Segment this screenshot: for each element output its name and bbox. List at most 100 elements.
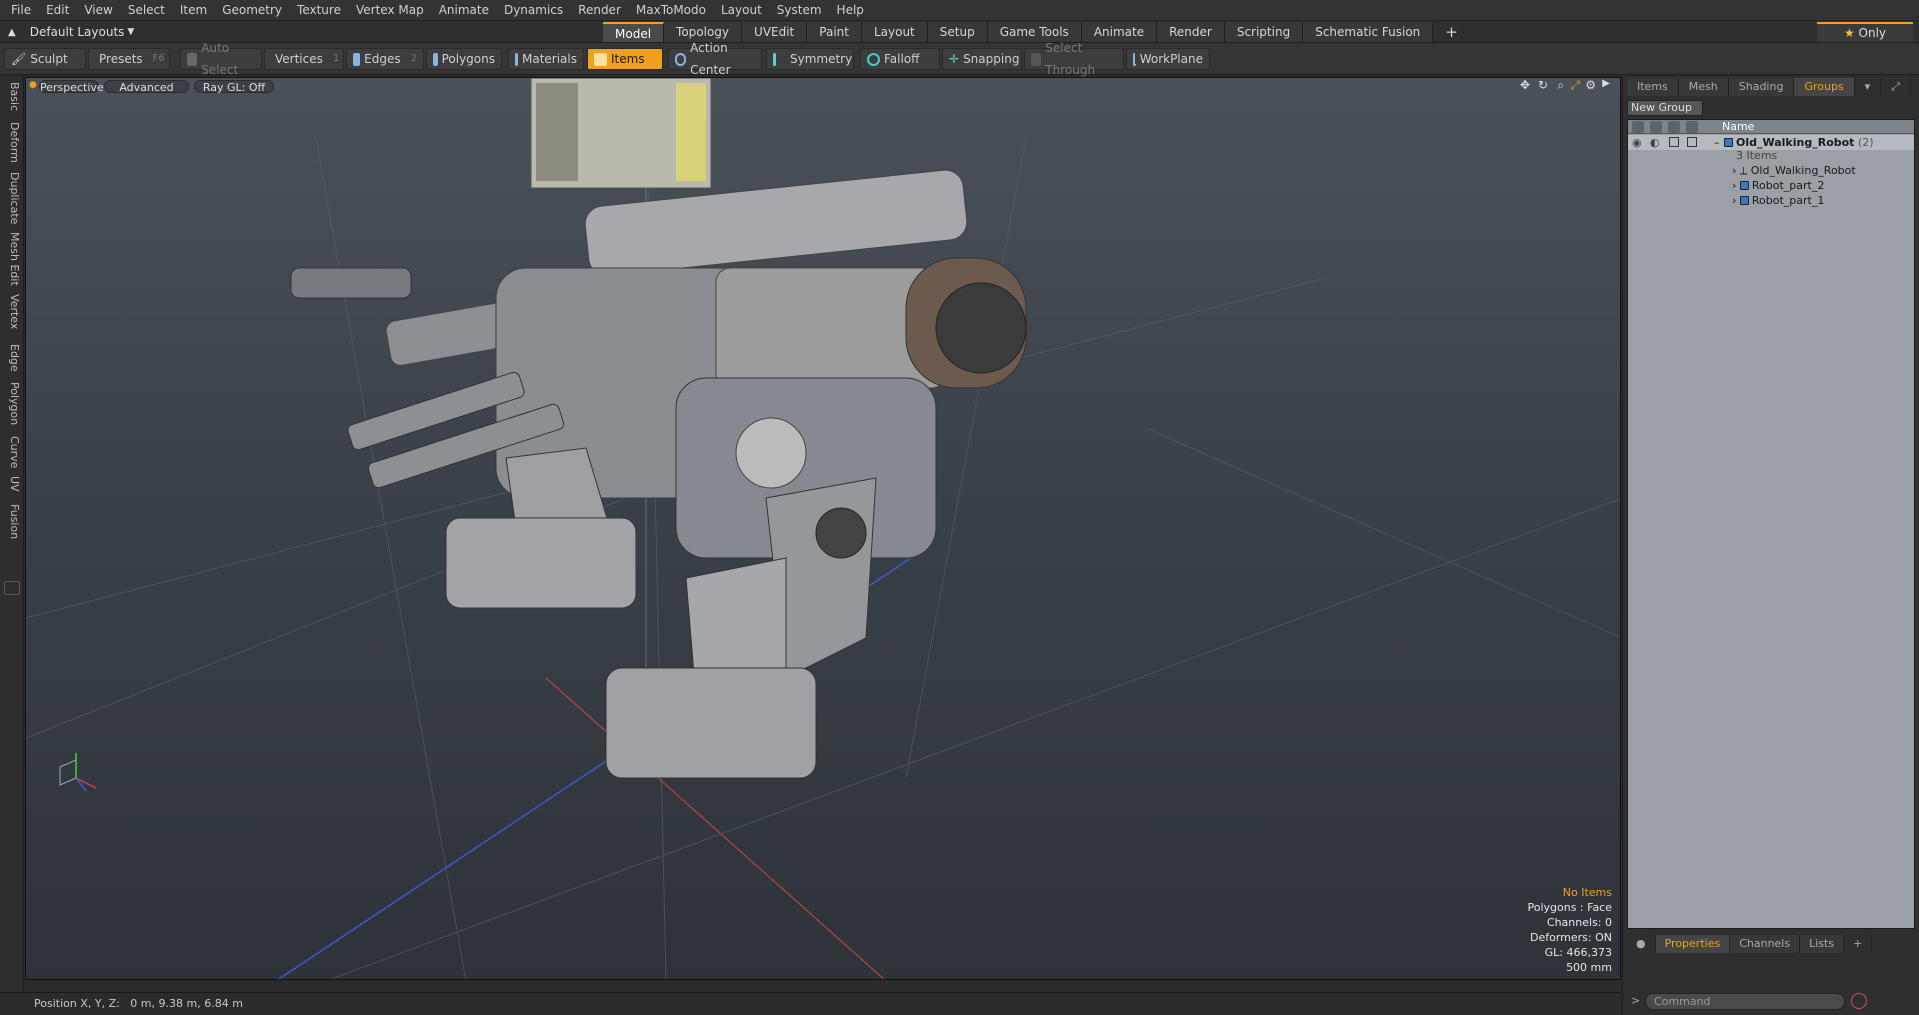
menu-vertex-map[interactable]: Vertex Map [351, 0, 434, 21]
shading-mode-dropdown[interactable]: Advanced [104, 80, 189, 94]
tab-polygon[interactable]: Polygon [3, 382, 21, 425]
polygons-label: Polygons [441, 52, 495, 66]
items-button[interactable]: Items [587, 48, 663, 70]
tree-row-item[interactable]: › Robot_part_2 [1628, 178, 1914, 193]
menu-texture[interactable]: Texture [292, 0, 351, 21]
vertices-hotkey: 1 [332, 53, 340, 64]
menu-help[interactable]: Help [832, 0, 874, 21]
menu-animate[interactable]: Animate [434, 0, 499, 21]
item-name: Robot_part_2 [1751, 179, 1825, 192]
panel-settings-icon[interactable]: ⚙ [1911, 78, 1919, 96]
auto-select-button[interactable]: Auto Select [180, 41, 262, 77]
snapping-button[interactable]: ✛ Snapping [942, 48, 1022, 70]
tab-schematic-fusion[interactable]: Schematic Fusion [1303, 22, 1434, 42]
add-tab-button[interactable]: + [1844, 935, 1873, 953]
menu-maxtomodo[interactable]: MaxToModo [631, 0, 716, 21]
select-column-icon[interactable] [1686, 121, 1698, 133]
edges-label: Edges [364, 52, 401, 66]
tab-model[interactable]: Model [603, 22, 665, 42]
lock-column-icon[interactable] [1668, 121, 1680, 133]
menu-edit[interactable]: Edit [41, 0, 79, 21]
falloff-button[interactable]: Falloff [860, 48, 940, 70]
menu-file[interactable]: File [6, 0, 41, 21]
properties-menu-icon[interactable]: ● [1627, 935, 1656, 953]
panel-tab-groups[interactable]: Groups [1794, 78, 1855, 96]
polygons-button[interactable]: Polygons [426, 48, 502, 70]
tab-basic[interactable]: Basic [3, 82, 21, 111]
tab-vertex[interactable]: Vertex [3, 294, 21, 329]
new-group-button[interactable]: New Group [1627, 100, 1703, 116]
viewport-menu-icon[interactable]: ● [29, 80, 37, 90]
lock-checkbox[interactable] [1669, 137, 1679, 147]
materials-button[interactable]: Materials [508, 48, 584, 70]
panel-tab-mesh[interactable]: Mesh ... [1678, 78, 1729, 111]
workplane-button[interactable]: WorkPlane [1126, 48, 1210, 70]
menu-select[interactable]: Select [123, 0, 175, 21]
tab-paint[interactable]: Paint [807, 22, 862, 42]
left-strip-toggle[interactable] [4, 581, 20, 595]
tab-properties[interactable]: Properties [1655, 935, 1731, 953]
tab-curve[interactable]: Curve [3, 436, 21, 468]
edges-button[interactable]: Edges 2 [346, 48, 424, 70]
edges-hotkey: 2 [410, 53, 417, 64]
fit-view-icon[interactable]: ⤢ [1570, 78, 1580, 93]
expand-icon[interactable]: – [1714, 135, 1720, 150]
panel-tabs-dropdown-icon[interactable]: ▾ [1854, 78, 1882, 96]
panel-tab-shading[interactable]: Shading [1728, 78, 1795, 96]
panel-expand-icon[interactable]: ⤢ [1881, 78, 1912, 96]
tab-duplicate[interactable]: Duplicate [3, 172, 21, 224]
add-tab-button[interactable]: + [1433, 22, 1470, 42]
menu-render[interactable]: Render [573, 0, 631, 21]
3d-viewport[interactable]: ● Perspective Advanced Ray GL: Off ✥ ↻ ⌕… [25, 77, 1621, 980]
visibility-column-icon[interactable] [1632, 121, 1644, 133]
auto-select-label: Auto Select [201, 41, 239, 77]
tab-lists[interactable]: Lists [1800, 935, 1845, 953]
move-view-icon[interactable]: ✥ [1520, 78, 1530, 92]
menu-system[interactable]: System [772, 0, 832, 21]
tab-fusion[interactable]: Fusion [3, 504, 21, 539]
zoom-view-icon[interactable]: ⌕ [1557, 78, 1564, 93]
command-input[interactable]: Command [1645, 993, 1845, 1010]
record-icon[interactable] [1851, 993, 1867, 1009]
presets-label: Presets [99, 52, 143, 66]
select-checkbox[interactable] [1687, 137, 1697, 147]
menu-dynamics[interactable]: Dynamics [499, 0, 573, 21]
viewport-expand-icon[interactable]: ▶ [1602, 78, 1610, 89]
sculpt-button[interactable]: 🖌 Sculpt [4, 48, 86, 70]
tab-scripting[interactable]: Scripting [1224, 22, 1304, 42]
render-icon[interactable]: ◐ [1650, 135, 1660, 150]
presets-hotkey: F6 [152, 53, 165, 64]
only-toggle[interactable]: ★ Only [1817, 22, 1913, 42]
eye-icon[interactable]: ◉ [1632, 135, 1642, 150]
tab-edge[interactable]: Edge [3, 344, 21, 372]
properties-tabs: ● Properties Channels Lists + [1627, 935, 1917, 953]
tree-row-item[interactable]: › ⟂ Old_Walking_Robot [1628, 163, 1914, 178]
tab-setup[interactable]: Setup [927, 22, 988, 42]
view-mode-dropdown[interactable]: Perspective [39, 80, 104, 94]
tree-row-item[interactable]: › Robot_part_1 [1628, 193, 1914, 208]
tab-uv[interactable]: UV [3, 476, 21, 492]
panel-tab-items[interactable]: Items [1627, 78, 1679, 96]
menu-geometry[interactable]: Geometry [217, 0, 292, 21]
select-through-button[interactable]: Select Through [1024, 41, 1124, 77]
action-center-button[interactable]: Action Center [668, 41, 762, 77]
tab-deform[interactable]: Deform [3, 122, 21, 163]
menu-layout[interactable]: Layout [716, 0, 772, 21]
render-column-icon[interactable] [1650, 121, 1662, 133]
raygl-toggle[interactable]: Ray GL: Off [194, 80, 274, 94]
only-label: Only [1858, 26, 1887, 40]
menu-view[interactable]: View [79, 0, 122, 21]
layout-collapse-icon[interactable]: ▲ [8, 27, 16, 38]
viewport-settings-icon[interactable]: ⚙ [1585, 78, 1596, 92]
rotate-view-icon[interactable]: ↻ [1538, 78, 1548, 92]
vertices-button[interactable]: Vertices 1 [264, 48, 344, 70]
symmetry-button[interactable]: Symmetry [766, 48, 854, 70]
menu-item[interactable]: Item [175, 0, 217, 21]
tab-channels[interactable]: Channels [1730, 935, 1801, 953]
name-column-header[interactable]: Name [1722, 120, 1754, 134]
tab-mesh-edit[interactable]: Mesh Edit [3, 232, 21, 286]
layout-selector[interactable]: ▲ Default Layouts ▼ [8, 24, 134, 40]
presets-button[interactable]: Presets F6 [88, 48, 170, 70]
tab-render[interactable]: Render [1157, 22, 1225, 42]
tab-layout[interactable]: Layout [861, 22, 928, 42]
